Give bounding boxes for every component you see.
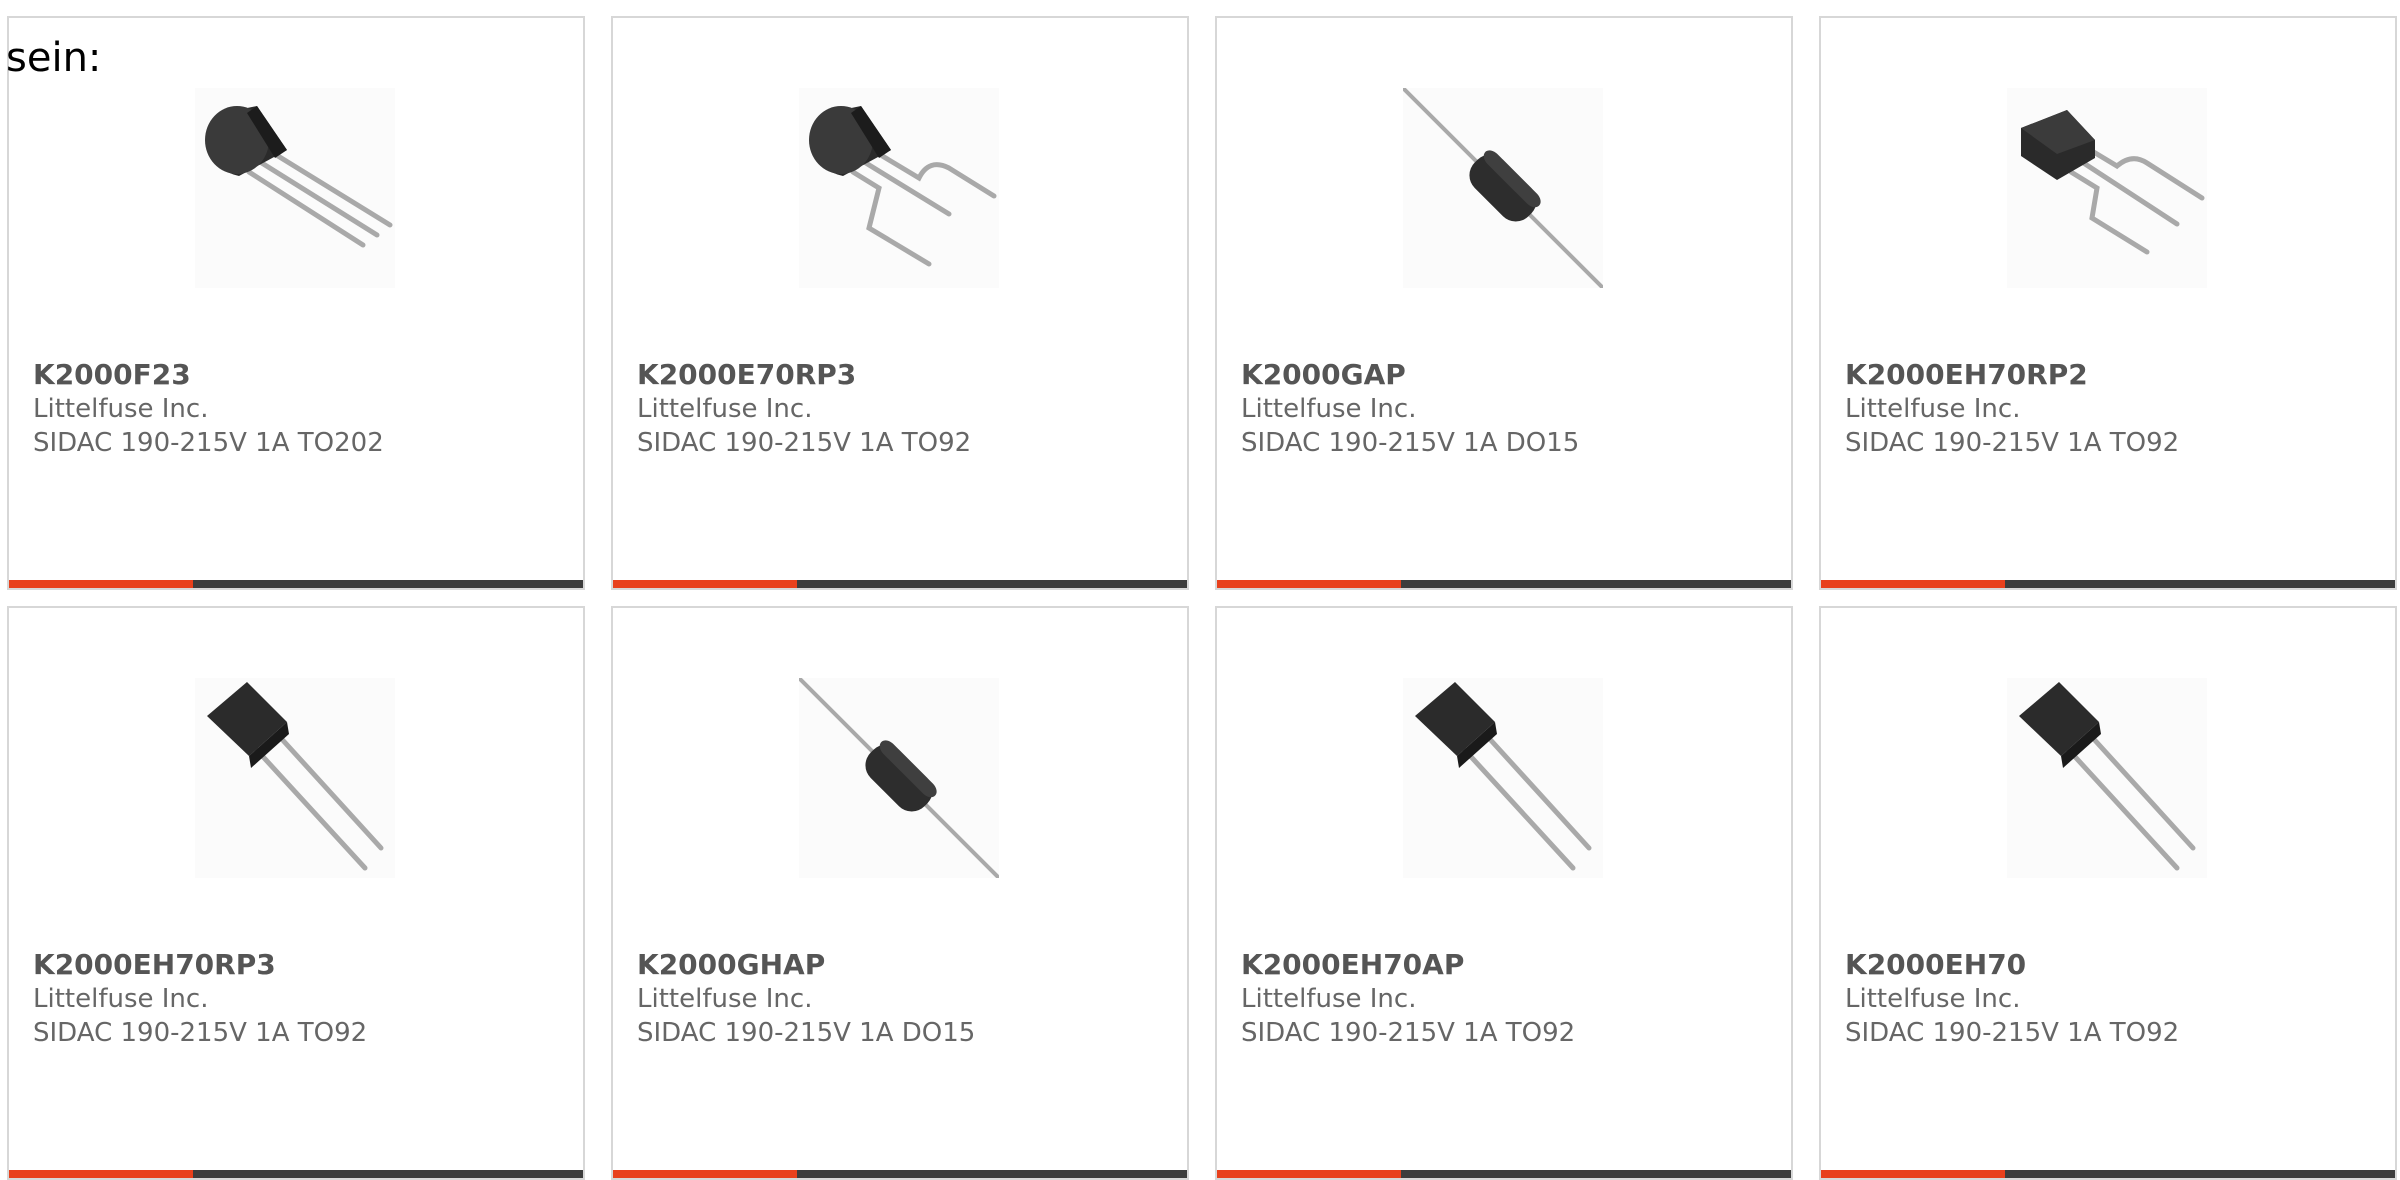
product-description: SIDAC 190-215V 1A TO92	[637, 428, 972, 458]
part-number[interactable]: K2000GHAP	[637, 948, 825, 982]
progress-fill	[1821, 1170, 2005, 1178]
to92-package-icon	[2007, 88, 2207, 288]
progress-fill	[9, 1170, 193, 1178]
product-description: SIDAC 190-215V 1A DO15	[1241, 428, 1580, 458]
progress-fill	[613, 1170, 797, 1178]
axial-diode-icon	[799, 678, 999, 878]
progress-bar	[613, 580, 1187, 588]
product-card[interactable]: K2000GAP Littelfuse Inc. SIDAC 190-215V …	[1215, 16, 1793, 590]
progress-fill	[1821, 580, 2005, 588]
product-description: SIDAC 190-215V 1A TO92	[1845, 1018, 2180, 1048]
product-card[interactable]: K2000EH70RP2 Littelfuse Inc. SIDAC 190-2…	[1819, 16, 2397, 590]
part-number[interactable]: K2000EH70AP	[1241, 948, 1464, 982]
progress-bar	[1821, 1170, 2395, 1178]
product-description: SIDAC 190-215V 1A TO92	[33, 1018, 368, 1048]
progress-fill	[9, 580, 193, 588]
flat-package-icon	[195, 678, 395, 878]
progress-fill	[1217, 580, 1401, 588]
product-card[interactable]: K2000GHAP Littelfuse Inc. SIDAC 190-215V…	[611, 606, 1189, 1180]
part-number[interactable]: K2000EH70RP3	[33, 948, 276, 982]
product-description: SIDAC 190-215V 1A TO202	[33, 428, 384, 458]
part-number[interactable]: K2000GAP	[1241, 358, 1406, 392]
product-card[interactable]: K2000F23 Littelfuse Inc. SIDAC 190-215V …	[7, 16, 585, 590]
product-description: SIDAC 190-215V 1A DO15	[637, 1018, 976, 1048]
progress-fill	[1217, 1170, 1401, 1178]
progress-bar	[1821, 580, 2395, 588]
flat-package-icon	[1403, 678, 1603, 878]
manufacturer-name: Littelfuse Inc.	[1845, 394, 2021, 424]
progress-bar	[613, 1170, 1187, 1178]
manufacturer-name: Littelfuse Inc.	[637, 984, 813, 1014]
progress-bar	[1217, 580, 1791, 588]
to92-package-icon	[195, 88, 395, 288]
intro-text: sein:	[6, 35, 102, 81]
manufacturer-name: Littelfuse Inc.	[1241, 984, 1417, 1014]
manufacturer-name: Littelfuse Inc.	[33, 984, 209, 1014]
product-description: SIDAC 190-215V 1A TO92	[1241, 1018, 1576, 1048]
part-number[interactable]: K2000E70RP3	[637, 358, 856, 392]
manufacturer-name: Littelfuse Inc.	[33, 394, 209, 424]
product-card[interactable]: K2000EH70RP3 Littelfuse Inc. SIDAC 190-2…	[7, 606, 585, 1180]
progress-bar	[9, 1170, 583, 1178]
product-description: SIDAC 190-215V 1A TO92	[1845, 428, 2180, 458]
progress-bar	[1217, 1170, 1791, 1178]
product-card[interactable]: K2000EH70AP Littelfuse Inc. SIDAC 190-21…	[1215, 606, 1793, 1180]
product-card[interactable]: K2000E70RP3 Littelfuse Inc. SIDAC 190-21…	[611, 16, 1189, 590]
to92-package-icon	[799, 88, 999, 288]
progress-fill	[613, 580, 797, 588]
part-number[interactable]: K2000EH70RP2	[1845, 358, 2088, 392]
part-number[interactable]: K2000EH70	[1845, 948, 2026, 982]
manufacturer-name: Littelfuse Inc.	[1845, 984, 2021, 1014]
manufacturer-name: Littelfuse Inc.	[1241, 394, 1417, 424]
part-number[interactable]: K2000F23	[33, 358, 191, 392]
progress-bar	[9, 580, 583, 588]
product-grid: K2000F23 Littelfuse Inc. SIDAC 190-215V …	[7, 16, 2397, 1180]
flat-package-icon	[2007, 678, 2207, 878]
manufacturer-name: Littelfuse Inc.	[637, 394, 813, 424]
product-card[interactable]: K2000EH70 Littelfuse Inc. SIDAC 190-215V…	[1819, 606, 2397, 1180]
axial-diode-icon	[1403, 88, 1603, 288]
